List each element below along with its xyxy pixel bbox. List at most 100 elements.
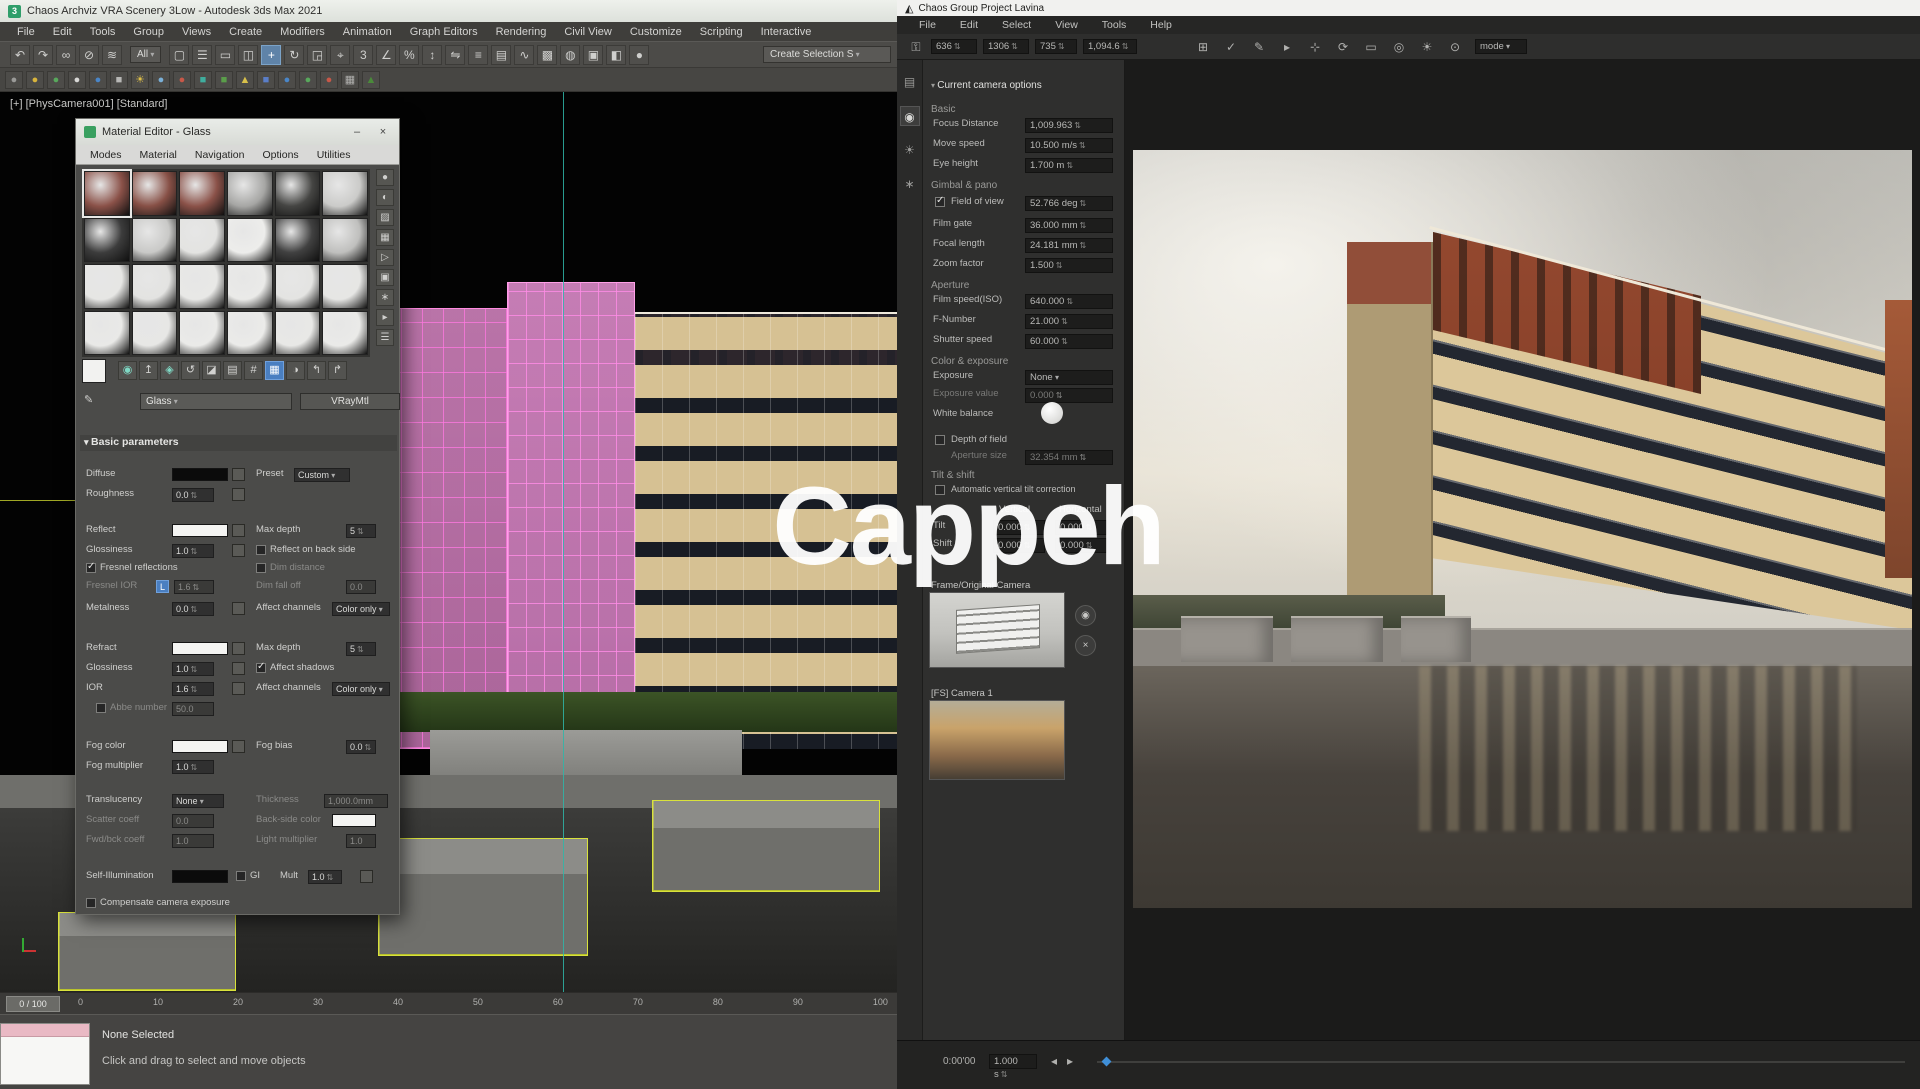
settings-tab-icon[interactable]: ∗ [900, 174, 920, 194]
material-type-button[interactable]: VRayMtl [300, 393, 400, 410]
mated-menu-options[interactable]: Options [255, 149, 307, 161]
material-slot-1[interactable] [84, 171, 130, 216]
rectangular-region-icon[interactable]: ▭ [215, 45, 235, 65]
trackbar-tick-80[interactable]: 80 [713, 997, 723, 1007]
max-menu-edit[interactable]: Edit [44, 26, 81, 38]
max-menu-group[interactable]: Group [124, 26, 173, 38]
layer-manager-icon[interactable]: ▤ [491, 45, 511, 65]
move-speed-field[interactable]: 10.500 m/s [1025, 138, 1113, 153]
timeline-ruler[interactable]: 0102030405060708090100 [78, 997, 888, 1007]
mated-menu-material[interactable]: Material [132, 149, 185, 161]
mated-menu-navigation[interactable]: Navigation [187, 149, 253, 161]
material-slot-7[interactable] [84, 218, 130, 263]
light-multiplier-field[interactable]: 1.0 [346, 834, 376, 848]
scenes-tab-icon[interactable]: ▤ [900, 72, 920, 92]
material-slot-4[interactable] [227, 171, 273, 216]
dim-distance-checkbox[interactable] [256, 563, 266, 573]
select-and-move-icon[interactable]: + [261, 45, 281, 65]
max-menu-views[interactable]: Views [173, 26, 220, 38]
timeline-marker[interactable] [1102, 1057, 1112, 1067]
select-and-link-icon[interactable]: ∞ [56, 45, 76, 65]
lock-icon[interactable]: ⚿ [907, 38, 925, 56]
go-forward-icon[interactable]: ↱ [328, 361, 347, 380]
retaining-wall[interactable] [430, 730, 742, 780]
material-name-dropdown[interactable]: Glass [140, 393, 292, 410]
gi-checkbox[interactable] [236, 871, 246, 881]
planter-box-3[interactable] [58, 912, 236, 991]
environment-tab-icon[interactable]: ☀ [900, 140, 920, 160]
blue-cube-icon[interactable]: ■ [257, 71, 275, 89]
material-editor-titlebar[interactable]: Material Editor - Glass – × [76, 119, 399, 145]
max-menu-interactive[interactable]: Interactive [752, 26, 821, 38]
affect-shadows-checkbox[interactable] [256, 663, 266, 673]
camera-sphere-icon[interactable]: ● [89, 71, 107, 89]
max-menu-file[interactable]: File [8, 26, 44, 38]
snapshot-camera-button[interactable]: ◉ [1075, 605, 1096, 626]
max-menu-customize[interactable]: Customize [621, 26, 691, 38]
material-slot-8[interactable] [132, 218, 178, 263]
helper-cube-icon[interactable]: ■ [110, 71, 128, 89]
refract-color-swatch[interactable] [172, 642, 228, 655]
material-slot-16[interactable] [227, 264, 273, 309]
max-menu-create[interactable]: Create [220, 26, 271, 38]
camera-2-label[interactable]: [FS] Camera 1 [931, 688, 993, 699]
unlink-selection-icon[interactable]: ⊘ [79, 45, 99, 65]
scatter-coeff-field[interactable]: 0.0 [172, 814, 214, 828]
go-to-parent-icon[interactable]: ↰ [307, 361, 326, 380]
fog-bias-field[interactable]: 0.0 [346, 740, 376, 754]
forest-icon[interactable]: ▲ [362, 71, 380, 89]
delete-camera-button[interactable]: × [1075, 635, 1096, 656]
affect-channels-dropdown[interactable]: Color only [332, 602, 390, 616]
red-sphere-icon[interactable]: ● [173, 71, 191, 89]
trackbar-tick-60[interactable]: 60 [553, 997, 563, 1007]
teapot-green-icon[interactable]: ● [299, 71, 317, 89]
trackbar-tick-40[interactable]: 40 [393, 997, 403, 1007]
fresnel-reflections-checkbox[interactable] [86, 563, 96, 573]
active-sample-slot[interactable] [82, 359, 106, 383]
selection-lock-icon[interactable]: ● [5, 71, 23, 89]
material-slot-15[interactable] [179, 264, 225, 309]
fit-view-icon[interactable]: ⊞ [1194, 38, 1212, 56]
minimize-button[interactable]: – [349, 126, 365, 138]
reflect-back-side-checkbox[interactable] [256, 545, 266, 555]
max-menu-tools[interactable]: Tools [81, 26, 125, 38]
named-selection-sets-field[interactable]: Create Selection S [763, 46, 891, 63]
proxy-box-icon[interactable]: ▦ [341, 71, 359, 89]
shutter-speed-field[interactable]: 60.000 [1025, 334, 1113, 349]
material-slot-21[interactable] [179, 311, 225, 356]
max-titlebar[interactable]: 3 Chaos Archviz VRA Scenery 3Low - Autod… [0, 0, 897, 22]
background-icon[interactable]: ▨ [376, 209, 394, 226]
curve-editor-icon[interactable]: ∿ [514, 45, 534, 65]
hedge-row[interactable] [350, 692, 897, 732]
select-cursor-icon[interactable]: ▸ [1278, 38, 1296, 56]
eye-height-field[interactable]: 1.700 m [1025, 158, 1113, 173]
translucency-dropdown[interactable]: None [172, 794, 224, 808]
ior-field[interactable]: 1.6 [172, 682, 214, 696]
schematic-view-icon[interactable]: ▩ [537, 45, 557, 65]
close-button[interactable]: × [375, 126, 391, 138]
pan-icon[interactable]: ⊹ [1306, 38, 1324, 56]
trackbar-tick-20[interactable]: 20 [233, 997, 243, 1007]
time-slider-handle[interactable]: 0 / 100 [6, 996, 60, 1012]
sample-uv-tiling-icon[interactable]: ▦ [376, 229, 394, 246]
focal-length-field[interactable]: 24.181 mm [1025, 238, 1113, 253]
fog-color-swatch[interactable] [172, 740, 228, 753]
snapshot-icon[interactable]: ◎ [1390, 38, 1408, 56]
trackbar-tick-70[interactable]: 70 [633, 997, 643, 1007]
bind-to-spacewarp-icon[interactable]: ≋ [102, 45, 122, 65]
rendered-frame-icon[interactable]: ◧ [606, 45, 626, 65]
material-slot-23[interactable] [275, 311, 321, 356]
show-end-result-icon[interactable]: ◑ [286, 361, 305, 380]
material-slot-18[interactable] [322, 264, 368, 309]
lavina-menu-edit[interactable]: Edit [948, 19, 990, 31]
backlight-icon[interactable]: ◐ [376, 189, 394, 206]
refract-max-depth-field[interactable]: 5 [346, 642, 376, 656]
planter-box-1[interactable] [378, 838, 588, 956]
diffuse-map-button[interactable] [232, 468, 245, 481]
depth-of-field-checkbox[interactable] [935, 435, 945, 445]
abbe-number-field[interactable]: 50.0 [172, 702, 214, 716]
material-map-navigator-icon[interactable]: ☰ [376, 329, 394, 346]
mated-menu-modes[interactable]: Modes [82, 149, 130, 161]
back-side-color-swatch[interactable] [332, 814, 376, 827]
f-number-field[interactable]: 21.000 [1025, 314, 1113, 329]
